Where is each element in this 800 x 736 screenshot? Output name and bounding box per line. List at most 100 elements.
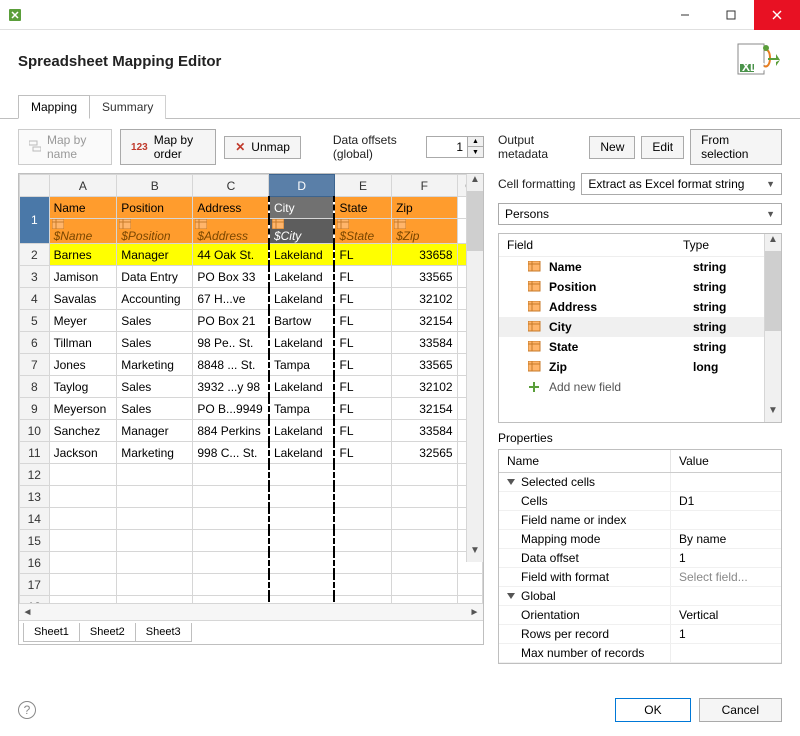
- data-offset-input[interactable]: [426, 136, 468, 158]
- data-cell[interactable]: Meyer: [49, 310, 117, 332]
- data-cell[interactable]: [193, 508, 269, 530]
- row-header[interactable]: 13: [20, 486, 50, 508]
- object-select[interactable]: Persons▼: [498, 203, 782, 225]
- data-cell[interactable]: FL: [334, 310, 391, 332]
- mapped-header-cell[interactable]: Address: [193, 197, 269, 219]
- data-cell[interactable]: 8848 ... St.: [193, 354, 269, 376]
- data-cell[interactable]: 32154: [392, 310, 458, 332]
- data-cell[interactable]: FL: [334, 266, 391, 288]
- data-cell[interactable]: Taylog: [49, 376, 117, 398]
- data-cell[interactable]: [334, 464, 391, 486]
- data-cell[interactable]: Manager: [117, 420, 193, 442]
- row-header[interactable]: 2: [20, 244, 50, 266]
- data-cell[interactable]: Savalas: [49, 288, 117, 310]
- data-cell[interactable]: [269, 574, 335, 596]
- data-cell[interactable]: Sales: [117, 398, 193, 420]
- data-cell[interactable]: [334, 486, 391, 508]
- data-cell[interactable]: [193, 596, 269, 604]
- row-header[interactable]: 18: [20, 596, 50, 604]
- mapping-expression-cell[interactable]: $City: [269, 219, 335, 244]
- spin-up-button[interactable]: ▲: [468, 137, 483, 147]
- row-header[interactable]: 12: [20, 464, 50, 486]
- data-cell[interactable]: 33584: [392, 420, 458, 442]
- mapped-header-cell[interactable]: Zip: [392, 197, 458, 219]
- field-row[interactable]: Citystring: [499, 317, 781, 337]
- data-cell[interactable]: [117, 552, 193, 574]
- data-cell[interactable]: [117, 596, 193, 604]
- grid-corner[interactable]: [20, 175, 50, 197]
- cell-formatting-select[interactable]: Extract as Excel format string▼: [581, 173, 782, 195]
- worksheet-tab[interactable]: Sheet1: [23, 623, 80, 642]
- data-cell[interactable]: [49, 486, 117, 508]
- data-cell[interactable]: Lakeland: [269, 266, 335, 288]
- data-cell[interactable]: 44 Oak St.: [193, 244, 269, 266]
- collapse-triangle-icon[interactable]: [507, 479, 515, 485]
- data-cell[interactable]: [269, 596, 335, 604]
- data-cell[interactable]: Manager: [117, 244, 193, 266]
- data-cell[interactable]: Sanchez: [49, 420, 117, 442]
- data-cell[interactable]: [392, 464, 458, 486]
- data-cell[interactable]: [193, 464, 269, 486]
- row-header[interactable]: 5: [20, 310, 50, 332]
- data-cell[interactable]: Marketing: [117, 442, 193, 464]
- field-row[interactable]: Statestring: [499, 337, 781, 357]
- unmap-button[interactable]: ✕ Unmap: [224, 136, 301, 159]
- data-cell[interactable]: [117, 464, 193, 486]
- data-cell[interactable]: [269, 530, 335, 552]
- data-cell[interactable]: [49, 530, 117, 552]
- data-cell[interactable]: [49, 464, 117, 486]
- data-cell[interactable]: [334, 574, 391, 596]
- data-cell[interactable]: FL: [334, 332, 391, 354]
- data-cell[interactable]: FL: [334, 354, 391, 376]
- column-header[interactable]: F: [392, 175, 458, 197]
- spreadsheet-grid[interactable]: ABCDEFG1NamePositionAddressCityStateZip …: [19, 174, 483, 603]
- data-cell[interactable]: FL: [334, 288, 391, 310]
- row-header[interactable]: 6: [20, 332, 50, 354]
- prop-rows-per-record[interactable]: Rows per record: [499, 625, 671, 643]
- row-header[interactable]: 17: [20, 574, 50, 596]
- map-by-order-button[interactable]: 123 Map by order: [120, 129, 216, 165]
- data-cell[interactable]: Lakeland: [269, 244, 335, 266]
- data-cell[interactable]: PO Box 21: [193, 310, 269, 332]
- data-cell[interactable]: Lakeland: [269, 442, 335, 464]
- mapping-expression-cell[interactable]: $Address: [193, 219, 269, 244]
- column-header[interactable]: B: [117, 175, 193, 197]
- field-row[interactable]: Ziplong: [499, 357, 781, 377]
- data-cell[interactable]: Jones: [49, 354, 117, 376]
- data-cell[interactable]: [334, 508, 391, 530]
- sheet-vertical-scrollbar[interactable]: ▲▼: [466, 174, 483, 562]
- data-cell[interactable]: 67 H...ve: [193, 288, 269, 310]
- data-cell[interactable]: [269, 552, 335, 574]
- mapping-expression-cell[interactable]: $Name: [49, 219, 117, 244]
- field-row[interactable]: Addressstring: [499, 297, 781, 317]
- data-cell[interactable]: 98 Pe.. St.: [193, 332, 269, 354]
- data-cell[interactable]: [117, 574, 193, 596]
- data-cell[interactable]: Sales: [117, 310, 193, 332]
- data-cell[interactable]: [269, 486, 335, 508]
- prop-max-records[interactable]: Max number of records: [499, 644, 671, 662]
- worksheet-tab[interactable]: Sheet2: [80, 623, 136, 642]
- row-header[interactable]: 16: [20, 552, 50, 574]
- data-cell[interactable]: Bartow: [269, 310, 335, 332]
- data-cell[interactable]: Marketing: [117, 354, 193, 376]
- worksheet-tab[interactable]: Sheet3: [136, 623, 192, 642]
- data-cell[interactable]: Jackson: [49, 442, 117, 464]
- data-cell[interactable]: [117, 530, 193, 552]
- data-cell[interactable]: FL: [334, 398, 391, 420]
- tab-mapping[interactable]: Mapping: [18, 95, 90, 119]
- data-cell[interactable]: FL: [334, 376, 391, 398]
- data-cell[interactable]: Tampa: [269, 398, 335, 420]
- data-cell[interactable]: PO B...9949: [193, 398, 269, 420]
- column-header[interactable]: A: [49, 175, 117, 197]
- data-cell[interactable]: Jamison: [49, 266, 117, 288]
- data-cell[interactable]: [117, 508, 193, 530]
- metadata-from-selection-button[interactable]: From selection: [690, 129, 782, 165]
- data-cell[interactable]: Lakeland: [269, 420, 335, 442]
- data-cell[interactable]: 33565: [392, 354, 458, 376]
- tab-summary[interactable]: Summary: [90, 95, 166, 119]
- help-icon[interactable]: ?: [18, 701, 36, 719]
- data-cell[interactable]: PO Box 33: [193, 266, 269, 288]
- column-header[interactable]: E: [334, 175, 391, 197]
- data-cell[interactable]: 33658: [392, 244, 458, 266]
- data-cell[interactable]: Sales: [117, 376, 193, 398]
